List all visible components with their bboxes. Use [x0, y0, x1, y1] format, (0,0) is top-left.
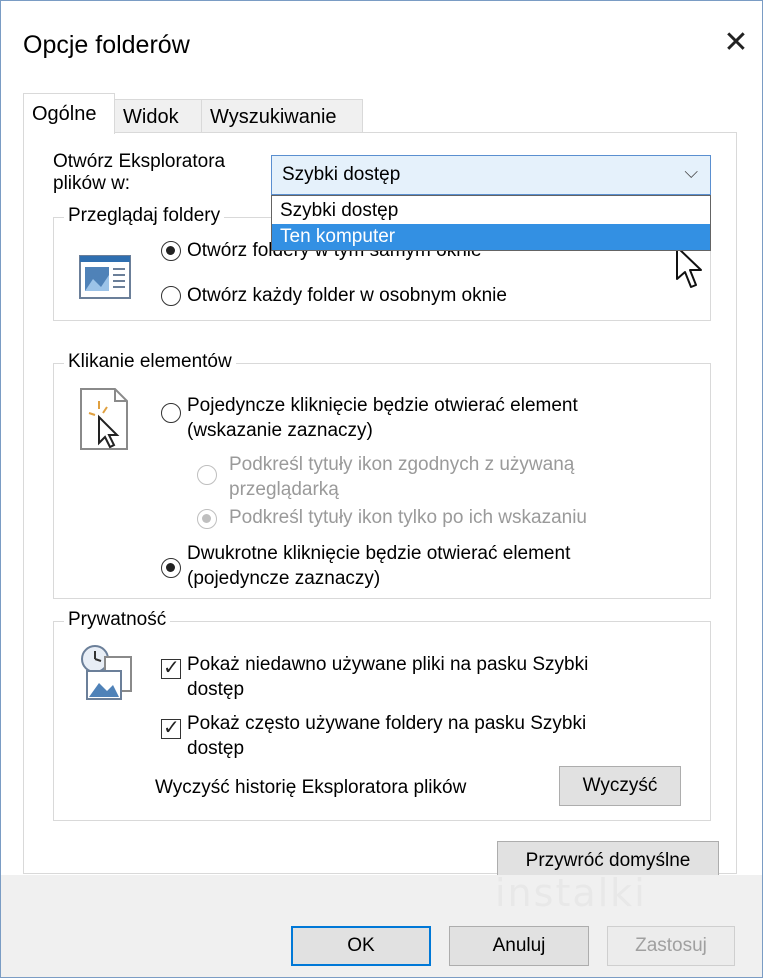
privacy-title: Prywatność: [64, 609, 171, 631]
single-click-label-line1: Pojedyncze kliknięcie będzie otwierać el…: [187, 395, 578, 416]
radio-double-click[interactable]: [161, 558, 181, 578]
new-window-label: Otwórz każdy folder w osobnym oknie: [187, 285, 507, 306]
open-explorer-dropdown-list: Szybki dostęp Ten komputer: [271, 195, 711, 251]
checkmark-icon: ✓: [163, 657, 180, 679]
radio-same-window[interactable]: [161, 241, 181, 261]
tab-general[interactable]: Ogólne: [23, 93, 115, 134]
underline-browser-label-line1: Podkreśl tytuły ikon zgodnych z używaną: [229, 454, 575, 475]
clear-history-button[interactable]: Wyczyść: [559, 766, 681, 806]
radio-underline-browser[interactable]: [197, 465, 217, 485]
open-explorer-selected-value: Szybki dostęp: [282, 164, 401, 185]
chevron-down-icon: ⌵: [684, 162, 698, 182]
tab-search-label: Wyszukiwanie: [210, 106, 337, 128]
open-explorer-label-line1: Otwórz Eksploratora: [53, 151, 226, 172]
browse-folders-title: Przeglądaj foldery: [64, 205, 225, 227]
underline-hover-label: Podkreśl tytuły ikon tylko po ich wskaza…: [229, 507, 587, 528]
recent-files-icon: [81, 645, 132, 700]
single-click-label-line2: (wskazanie zaznaczy): [187, 420, 373, 441]
double-click-label-line2: (pojedyncze zaznaczy): [187, 568, 381, 589]
close-icon: ✕: [723, 26, 749, 59]
open-explorer-label-line2: plików w:: [53, 173, 131, 194]
recent-files-label-line2: dostęp: [187, 679, 245, 700]
apply-button[interactable]: Zastosuj: [607, 926, 735, 966]
checkbox-frequent-folders[interactable]: ✓: [161, 717, 181, 739]
dropdown-option-quick-access[interactable]: Szybki dostęp: [272, 198, 710, 224]
frequent-folders-label-line2: dostęp: [187, 738, 245, 759]
dropdown-option-this-pc[interactable]: Ten komputer: [272, 224, 710, 250]
title-bar: Opcje folderów ✕: [1, 1, 762, 89]
close-button[interactable]: ✕: [710, 17, 762, 69]
checkbox-recent-files[interactable]: ✓: [161, 657, 181, 679]
click-pointer-icon: [80, 388, 128, 450]
mouse-cursor-icon: [676, 246, 702, 288]
cancel-button[interactable]: Anuluj: [449, 926, 589, 966]
underline-browser-label-line2: przeglądarką: [229, 479, 339, 500]
tab-search[interactable]: Wyszukiwanie: [201, 99, 363, 133]
tab-view[interactable]: Widok: [114, 99, 202, 133]
radio-new-window[interactable]: [161, 286, 181, 306]
clear-history-label: Wyczyść historię Eksploratora plików: [155, 777, 467, 798]
watermark-logo: instalki: [495, 871, 647, 915]
recent-files-label-line1: Pokaż niedawno używane pliki na pasku Sz…: [187, 654, 589, 675]
tab-view-label: Widok: [123, 106, 179, 128]
open-explorer-select[interactable]: Szybki dostęp ⌵: [271, 155, 711, 195]
radio-underline-hover[interactable]: [197, 509, 217, 529]
folder-options-dialog: Opcje folderów ✕ Ogólne Widok Wyszukiwan…: [0, 0, 763, 978]
dialog-title: Opcje folderów: [23, 31, 190, 59]
frequent-folders-label-line1: Pokaż często używane foldery na pasku Sz…: [187, 713, 587, 734]
folder-window-icon: [79, 255, 131, 299]
click-items-title: Klikanie elementów: [64, 351, 236, 373]
radio-single-click[interactable]: [161, 403, 181, 423]
ok-button[interactable]: OK: [291, 926, 431, 966]
tab-general-label: Ogólne: [32, 103, 97, 125]
double-click-label-line1: Dwukrotne kliknięcie będzie otwierać ele…: [187, 543, 571, 564]
checkmark-icon: ✓: [163, 717, 180, 739]
